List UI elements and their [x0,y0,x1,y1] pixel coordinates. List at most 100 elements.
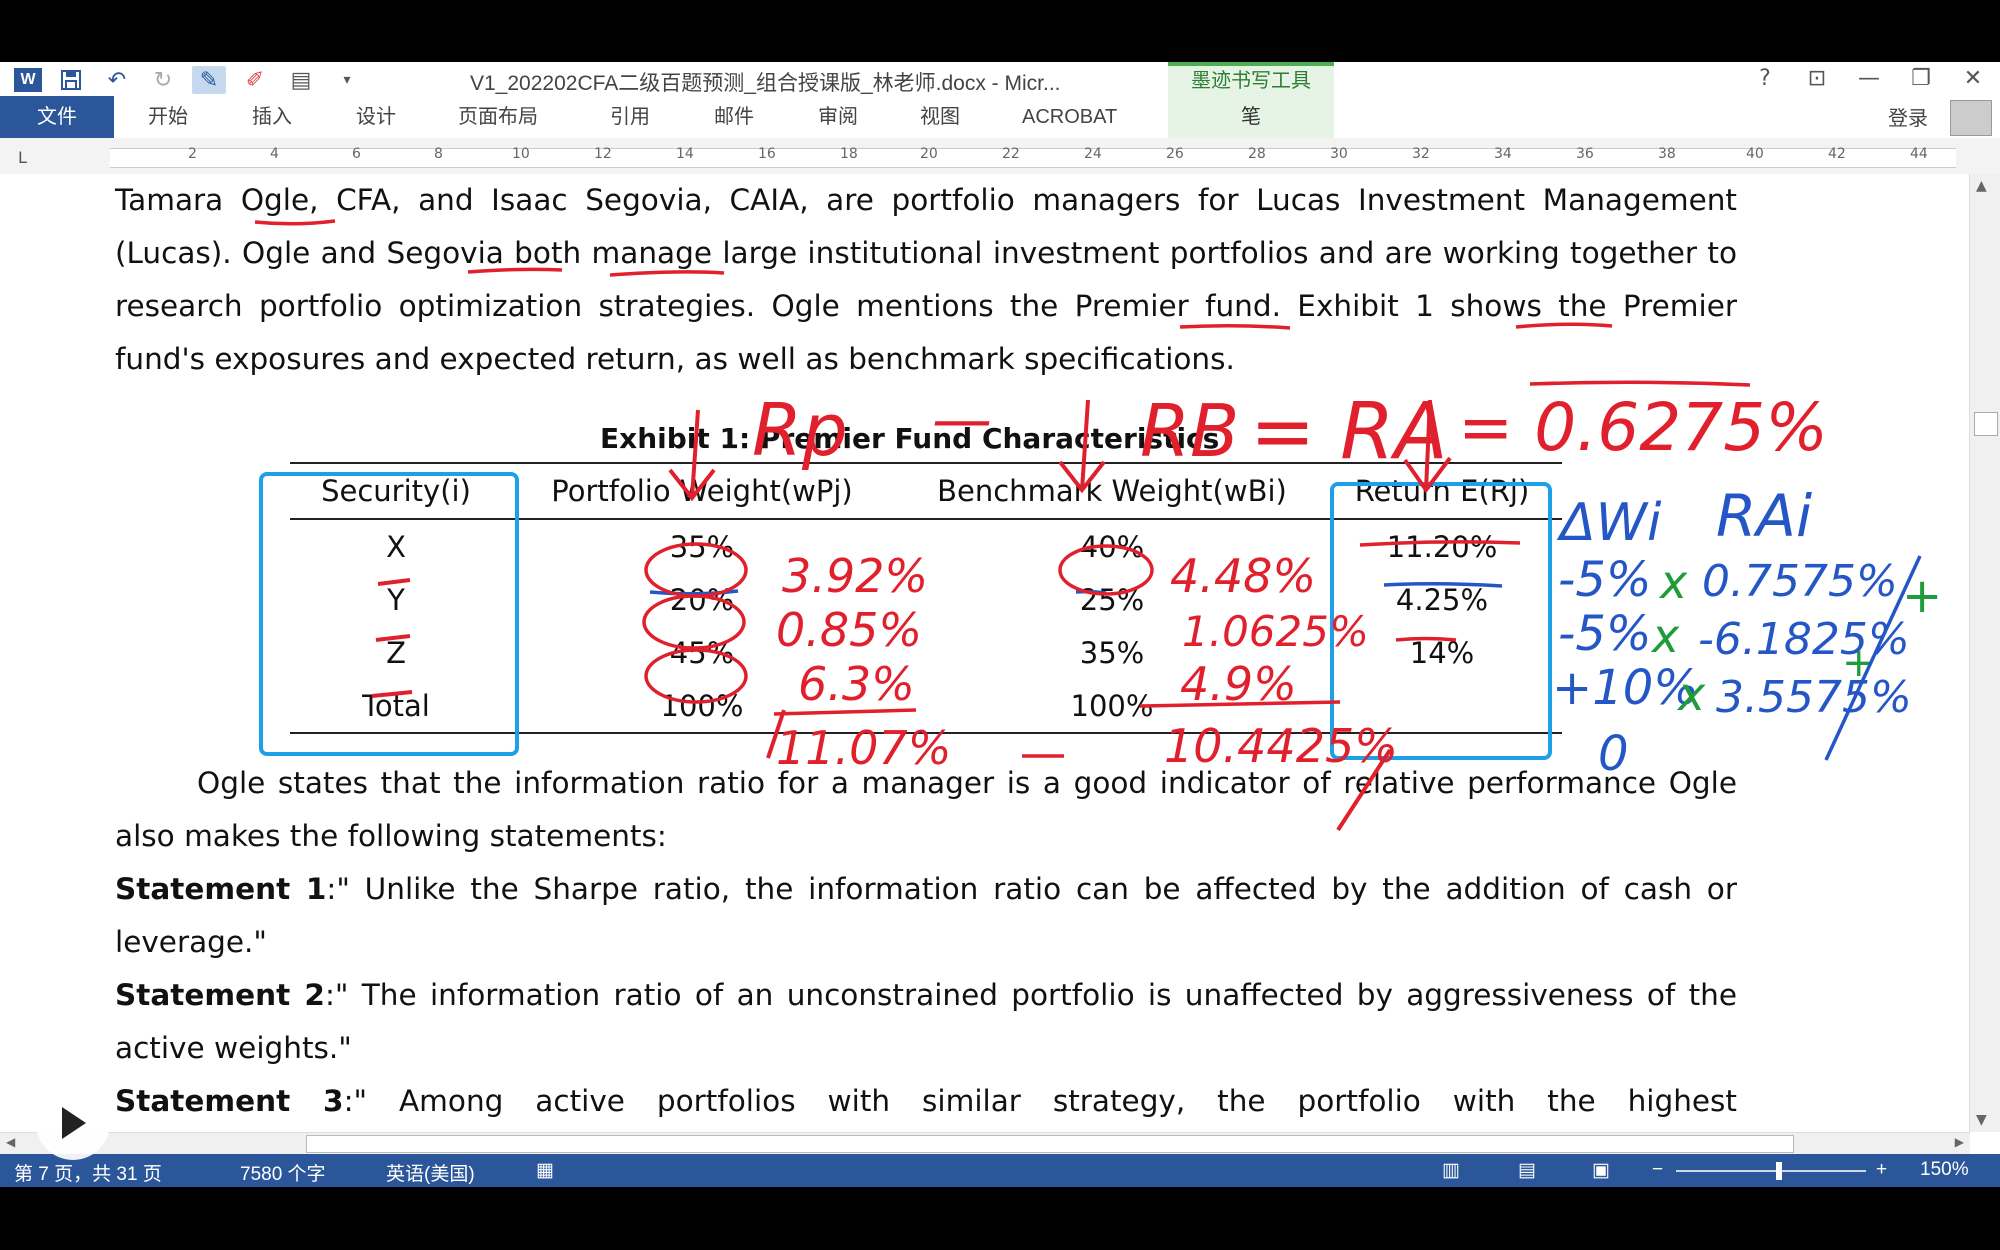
table-header-row: Security(i) Portfolio Weight(wPj) Benchm… [290,464,1562,520]
pen-draw-icon[interactable]: ✎ [192,66,226,94]
close-icon[interactable]: ✕ [1958,66,1988,91]
scroll-left-icon[interactable]: ◀ [6,1135,15,1149]
ruler-tick: 14 [676,146,694,162]
ruler-tick: 42 [1828,146,1846,162]
play-button[interactable] [36,1086,110,1160]
zoom-level[interactable]: 150% [1920,1159,1969,1181]
statement-intro-paragraph: Ogle states that the information ratio f… [115,766,1737,853]
zoom-in-icon[interactable]: + [1876,1159,1887,1181]
cell: 14% [1409,635,1475,670]
print-layout-icon[interactable]: ▤ [1518,1159,1536,1182]
vertical-scroll-thumb[interactable] [1974,412,1998,436]
language-status[interactable]: 英语(美国) [386,1159,475,1186]
table-row: Z 45% 35% 14% [290,626,1562,679]
document-page[interactable]: Tamara Ogle, CFA, and Isaac Segovia, CAI… [0,174,1970,1132]
ruler-tick: 16 [758,146,776,162]
scroll-down-icon[interactable]: ▼ [1976,1112,1987,1128]
ruler-scale [110,148,1956,168]
tab-references[interactable]: 引用 [610,96,650,138]
word-count[interactable]: 7580 个字 [240,1159,326,1186]
statement-1: Statement 1:" Unlike the Sharpe ratio, t… [115,863,1737,969]
vertical-scrollbar[interactable]: ▲ ▼ [1969,174,2000,1132]
window-controls: ? ⊡ — ❐ ✕ [1750,66,1988,91]
ruler-tick: 2 [188,146,197,162]
exhibit-title: Exhibit 1: Premier Fund Characteristics [600,422,1220,455]
horizontal-scroll-thumb[interactable] [306,1135,1794,1153]
zoom-slider[interactable] [1676,1170,1866,1172]
ruler-tick: 28 [1248,146,1266,162]
help-icon[interactable]: ? [1750,66,1780,91]
ruler-tick: 38 [1658,146,1676,162]
cell: 35% [669,529,735,564]
tab-insert[interactable]: 插入 [252,96,292,138]
ruler-tick: 18 [840,146,858,162]
statement-label: Statement 3 [115,1084,344,1118]
header-return: Return E(Rj) [1354,474,1530,508]
redo-icon[interactable]: ↻ [146,66,180,94]
ink-tools-contextual-tab: 墨迹书写工具 [1168,62,1334,96]
table-row: Y 20% 25% 4.25% [290,573,1562,626]
page-count[interactable]: 第 7 页，共 31 页 [14,1159,162,1186]
tab-home[interactable]: 开始 [148,96,188,138]
quick-access-toolbar: W ↶ ↻ ✎ ✐ ▤ ▾ [14,66,364,94]
undo-icon[interactable]: ↶ [100,66,134,94]
header-security: Security(i) [321,474,471,508]
horizontal-scrollbar[interactable]: ◀ ▶ [0,1132,1970,1155]
intro-paragraph: Tamara Ogle, CFA, and Isaac Segovia, CAI… [115,183,1737,376]
ruler-tick: 20 [920,146,938,162]
word-window: W ↶ ↻ ✎ ✐ ▤ ▾ V1_202202CFA二级百题预测_组合授课版_林… [0,62,2000,1187]
customize-qat-icon[interactable]: ▾ [330,66,364,94]
scroll-up-icon[interactable]: ▲ [1976,178,1987,194]
tab-mailings[interactable]: 邮件 [714,96,754,138]
horizontal-ruler: L 2 4 6 8 10 12 14 16 18 20 22 24 26 28 … [0,138,2000,175]
web-layout-icon[interactable]: ▣ [1592,1159,1610,1182]
header-benchmark-weight: Benchmark Weight(wBi) [937,474,1287,508]
ruler-tick: 10 [512,146,530,162]
statement-3: Statement 3:" Among active portfolios wi… [115,1075,1737,1128]
minimize-icon[interactable]: — [1854,66,1884,91]
cell: Z [386,635,406,670]
cell: 100% [660,688,744,723]
ruler-tick: 6 [352,146,361,162]
macro-record-icon[interactable]: ▦ [536,1159,554,1182]
cell: 25% [1079,582,1145,617]
cell: 35% [1079,635,1145,670]
tab-acrobat[interactable]: ACROBAT [1022,96,1117,138]
ribbon-display-icon[interactable]: ⊡ [1802,66,1832,91]
save-icon[interactable] [54,66,88,94]
ruler-tick: 24 [1084,146,1102,162]
cell: Total [362,688,430,723]
tab-pen[interactable]: 笔 [1168,96,1334,138]
cell: X [386,529,406,564]
tab-page-layout[interactable]: 页面布局 [458,96,538,138]
eraser-icon[interactable]: ✐ [238,66,272,94]
ruler-tick: 12 [594,146,612,162]
statement-2: Statement 2:" The information ratio of a… [115,969,1737,1075]
restore-icon[interactable]: ❐ [1906,66,1936,91]
exhibit-table: Security(i) Portfolio Weight(wPj) Benchm… [290,462,1562,734]
word-app-icon[interactable]: W [14,68,42,92]
ruler-tick: 32 [1412,146,1430,162]
tab-design[interactable]: 设计 [356,96,396,138]
zoom-out-icon[interactable]: − [1652,1159,1663,1181]
statement-label: Statement 2 [115,978,325,1012]
table-row: X 35% 40% 11.20% [290,520,1562,573]
ruler-tick: 36 [1576,146,1594,162]
table-row: Total 100% 100% [290,679,1562,732]
read-mode-icon[interactable]: ▥ [1442,1159,1460,1182]
tab-view[interactable]: 视图 [920,96,960,138]
ruler-tick: 40 [1746,146,1764,162]
layout-icon[interactable]: ▤ [284,66,318,94]
tab-file[interactable]: 文件 [0,96,114,138]
cell: 45% [669,635,735,670]
cell: Y [387,582,405,617]
tab-review[interactable]: 审阅 [818,96,858,138]
avatar[interactable] [1950,100,1992,136]
sign-in-link[interactable]: 登录 [1888,102,1928,131]
tab-stop-selector[interactable]: L [18,148,27,167]
ruler-tick: 34 [1494,146,1512,162]
document-title: V1_202202CFA二级百题预测_组合授课版_林老师.docx - Micr… [470,72,1061,95]
cell: 40% [1079,529,1145,564]
scroll-right-icon[interactable]: ▶ [1955,1135,1964,1149]
zoom-slider-thumb[interactable] [1776,1162,1782,1180]
